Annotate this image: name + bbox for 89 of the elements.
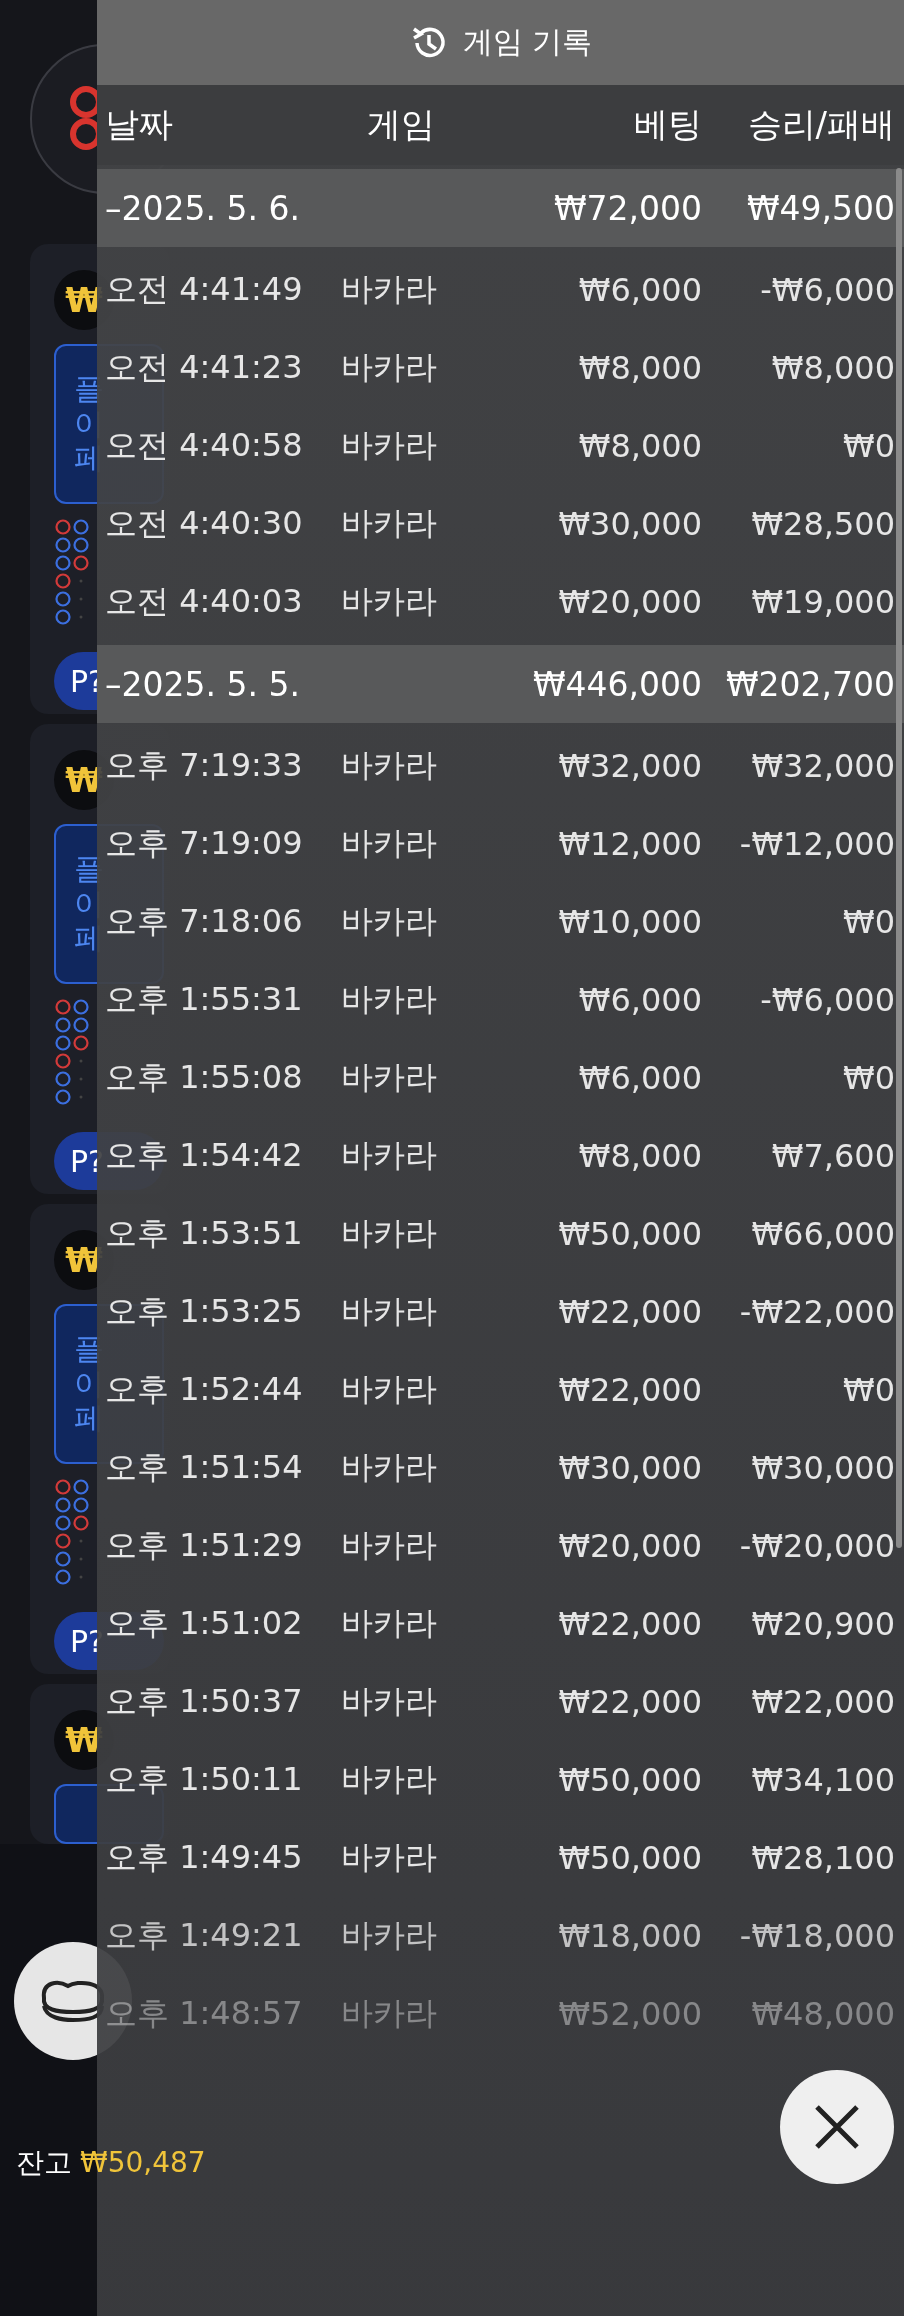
bet-cell-text: ₩8,000 xyxy=(577,1137,702,1175)
bet-cell-text: ₩6,000 xyxy=(577,1059,702,1097)
time-cell-text: 오후 1:48:57 xyxy=(105,1993,304,2034)
bet-cell-text: ₩20,000 xyxy=(557,1527,702,1565)
game-cell-text: 바카라 xyxy=(341,745,438,786)
time-cell-text: 오후 1:51:02 xyxy=(105,1603,304,1644)
bet-cell-text: ₩22,000 xyxy=(557,1683,702,1721)
result-cell-text: ₩19,000 xyxy=(750,583,895,621)
game-cell-text: 바카라 xyxy=(341,425,438,466)
result-cell-text: ₩48,000 xyxy=(750,1995,895,2033)
time-cell-text: 오후 7:18:06 xyxy=(105,901,304,942)
time-cell-text: 오후 1:55:31 xyxy=(105,979,304,1020)
game-cell-text: 바카라 xyxy=(341,823,438,864)
time-cell-text: 오후 7:19:09 xyxy=(105,823,304,864)
result-cell-text: -₩22,000 xyxy=(738,1293,895,1331)
game-cell-text: 바카라 xyxy=(341,979,438,1020)
bet-cell-text: ₩50,000 xyxy=(557,1761,702,1799)
result-cell-text: ₩7,600 xyxy=(770,1137,895,1175)
game-cell-text: 바카라 xyxy=(341,1291,438,1332)
bet-cell-text: ₩6,000 xyxy=(577,981,702,1019)
bet-cell-text: ₩50,000 xyxy=(557,1839,702,1877)
result-cell-text: ₩8,000 xyxy=(770,349,895,387)
game-cell-text: 바카라 xyxy=(341,1447,438,1488)
game-cell-text: 바카라 xyxy=(341,1369,438,1410)
game-cell-text: 바카라 xyxy=(341,1759,438,1800)
time-cell-text: 오후 1:52:44 xyxy=(105,1369,304,1410)
result-cell-text: -₩6,000 xyxy=(759,271,895,309)
game-cell-text: 바카라 xyxy=(341,1915,438,1956)
game-cell-text: 바카라 xyxy=(341,503,438,544)
bet-cell-text: ₩52,000 xyxy=(557,1995,702,2033)
bet-cell-text: ₩8,000 xyxy=(577,427,702,465)
game-cell-text: 바카라 xyxy=(341,1213,438,1254)
result-cell-text: ₩0 xyxy=(842,1371,895,1409)
game-cell-text: 바카라 xyxy=(341,347,438,388)
time-cell-text: 오후 1:54:42 xyxy=(105,1135,304,1176)
result-cell-text: -₩20,000 xyxy=(738,1527,895,1565)
time-cell-text: 오후 1:51:54 xyxy=(105,1447,304,1488)
time-cell-text: 오후 1:49:45 xyxy=(105,1837,304,1878)
bet-cell-text: ₩12,000 xyxy=(557,825,702,863)
result-cell-text: ₩0 xyxy=(842,1059,895,1097)
game-cell-text: 바카라 xyxy=(341,269,438,310)
result-cell-text: -₩18,000 xyxy=(738,1917,895,1955)
game-cell-text: 바카라 xyxy=(341,1837,438,1878)
time-cell-text: 오후 1:53:25 xyxy=(105,1291,304,1332)
game-cell-text: 바카라 xyxy=(341,1993,438,2034)
game-cell-text: 바카라 xyxy=(341,1681,438,1722)
time-cell-text: 오전 4:40:03 xyxy=(105,581,304,622)
time-cell-text: 오전 4:40:58 xyxy=(105,425,304,466)
bet-cell-text: ₩50,000 xyxy=(557,1215,702,1253)
result-cell-text: ₩34,100 xyxy=(750,1761,895,1799)
game-cell-text: 바카라 xyxy=(341,901,438,942)
result-cell-text: ₩66,000 xyxy=(750,1215,895,1253)
dialog-title: 게임 기록 xyxy=(462,23,593,61)
time-cell-text: 오전 4:40:30 xyxy=(105,503,304,544)
result-cell-text: -₩12,000 xyxy=(738,825,895,863)
time-cell-text: 오후 1:51:29 xyxy=(105,1525,304,1566)
time-cell-text: 오후 1:49:21 xyxy=(105,1915,304,1956)
column-header: 날짜 xyxy=(105,103,174,146)
column-header: 게임 xyxy=(366,103,436,146)
bet-cell-text: ₩18,000 xyxy=(557,1917,702,1955)
time-cell-text: 오후 1:55:08 xyxy=(105,1057,304,1098)
bet-cell-text: ₩8,000 xyxy=(577,349,702,387)
result-cell-text: ₩20,900 xyxy=(750,1605,895,1643)
column-header: 베팅 xyxy=(633,103,702,146)
result-cell-text: ₩28,500 xyxy=(750,505,895,543)
time-cell-text: 오전 4:41:23 xyxy=(105,347,304,388)
result-cell-text: -₩6,000 xyxy=(759,981,895,1019)
bet-cell-text: ₩30,000 xyxy=(557,1449,702,1487)
bet-cell-text: ₩30,000 xyxy=(557,505,702,543)
result-cell-text: ₩30,000 xyxy=(750,1449,895,1487)
game-cell-text: 바카라 xyxy=(341,1057,438,1098)
result-cell-text: ₩22,000 xyxy=(750,1683,895,1721)
result-cell-text: ₩0 xyxy=(842,903,895,941)
bet-cell-text: ₩6,000 xyxy=(577,271,702,309)
result-cell-text: ₩0 xyxy=(842,427,895,465)
game-cell-text: 바카라 xyxy=(341,1603,438,1644)
bet-cell-text: ₩22,000 xyxy=(557,1371,702,1409)
result-cell-text: ₩32,000 xyxy=(750,747,895,785)
bet-cell-text: ₩32,000 xyxy=(557,747,702,785)
column-header: 승리/패배 xyxy=(746,103,895,146)
bet-cell-text: ₩10,000 xyxy=(557,903,702,941)
game-cell-text: 바카라 xyxy=(341,1525,438,1566)
bet-cell-text: ₩22,000 xyxy=(557,1605,702,1643)
game-cell-text: 바카라 xyxy=(341,1135,438,1176)
bet-cell-text: ₩20,000 xyxy=(557,583,702,621)
result-cell-text: ₩28,100 xyxy=(750,1839,895,1877)
balance-text: 잔고 ₩50,487 xyxy=(16,2145,206,2181)
bet-cell-text: ₩22,000 xyxy=(557,1293,702,1331)
game-cell-text: 바카라 xyxy=(341,581,438,622)
